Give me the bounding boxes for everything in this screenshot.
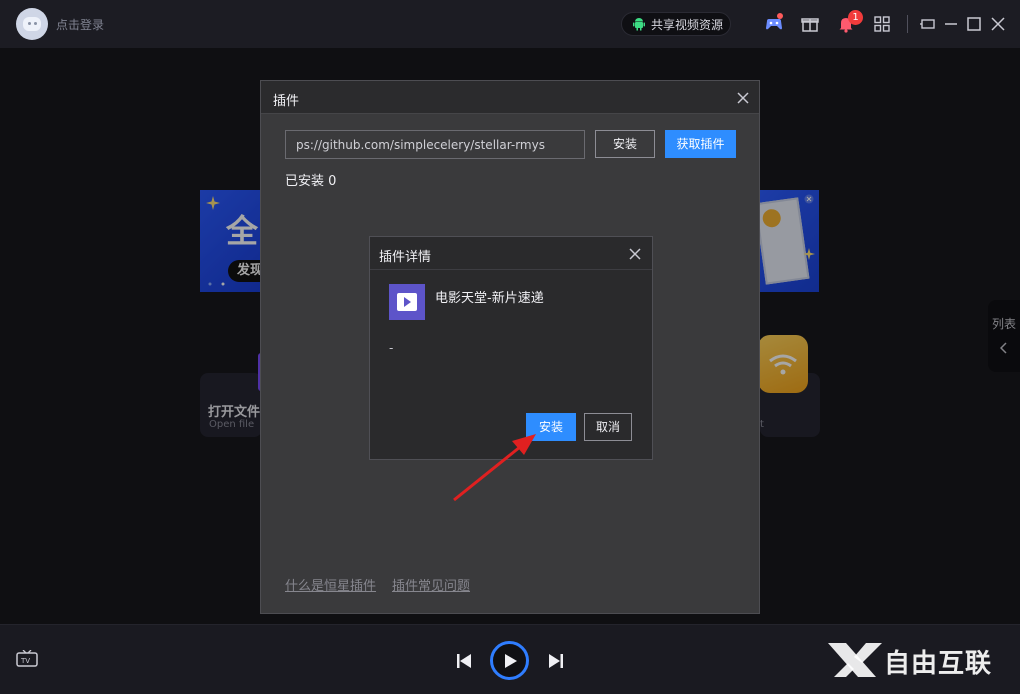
android-icon [633, 18, 645, 31]
avatar-eye-icon [28, 22, 31, 25]
watermark-x-icon [828, 643, 882, 677]
plugin-dialog-title: 插件 [273, 94, 300, 109]
user-avatar[interactable] [16, 8, 48, 40]
plugin-details-title: 插件详情 [379, 250, 432, 265]
minimize-icon[interactable] [941, 14, 961, 34]
details-cancel-button[interactable]: 取消 [584, 413, 632, 441]
next-track-icon[interactable] [548, 653, 564, 669]
maximize-icon[interactable] [964, 14, 984, 34]
avatar-eye-icon [34, 22, 37, 25]
watermark-text: 自由互联 [884, 649, 993, 679]
plugin-details-dialog: 插件详情 电影天堂-新片速递 - 安装 取消 [369, 236, 653, 460]
plugin-dialog-header: 插件 [261, 81, 759, 114]
plugin-name: 电影天堂-新片速递 [435, 291, 544, 306]
title-bar: 点击登录 共享视频资源 1 [0, 0, 1020, 48]
installed-count-label: 已安装 0 [285, 174, 337, 189]
play-button[interactable] [490, 641, 529, 680]
mini-mode-icon[interactable] [918, 14, 938, 34]
login-link[interactable]: 点击登录 [56, 16, 104, 33]
gift-icon[interactable] [800, 14, 820, 34]
share-video-button[interactable]: 共享视频资源 [621, 12, 731, 36]
watermark-logo: 自由互联 [826, 639, 1006, 681]
gamepad-dot-indicator [777, 13, 783, 19]
plugin-url-input[interactable] [285, 130, 585, 159]
share-video-label: 共享视频资源 [651, 17, 724, 32]
install-plugin-button[interactable]: 安装 [595, 130, 655, 158]
play-icon [505, 654, 517, 668]
plugin-video-icon [389, 284, 425, 320]
plugin-details-header: 插件详情 [370, 237, 652, 270]
tv-icon[interactable]: TV [16, 650, 38, 668]
avatar-face-icon [23, 17, 41, 31]
player-control-bar: TV 自由互联 [0, 624, 1020, 694]
previous-track-icon[interactable] [456, 653, 472, 669]
what-is-plugin-link[interactable]: 什么是恒星插件 [285, 575, 376, 594]
plugin-dialog-close-icon[interactable] [736, 91, 750, 105]
details-install-button[interactable]: 安装 [526, 413, 576, 441]
plugin-faq-link[interactable]: 插件常见问题 [392, 575, 470, 594]
play-square-icon [397, 293, 417, 311]
apps-grid-icon[interactable] [872, 14, 892, 34]
notification-badge: 1 [848, 10, 863, 25]
titlebar-divider [907, 15, 908, 33]
close-window-icon[interactable] [988, 14, 1008, 34]
svg-text:TV: TV [20, 657, 30, 665]
plugin-description: - [389, 341, 394, 355]
get-plugin-button[interactable]: 获取插件 [665, 130, 736, 158]
plugin-details-close-icon[interactable] [628, 247, 642, 261]
